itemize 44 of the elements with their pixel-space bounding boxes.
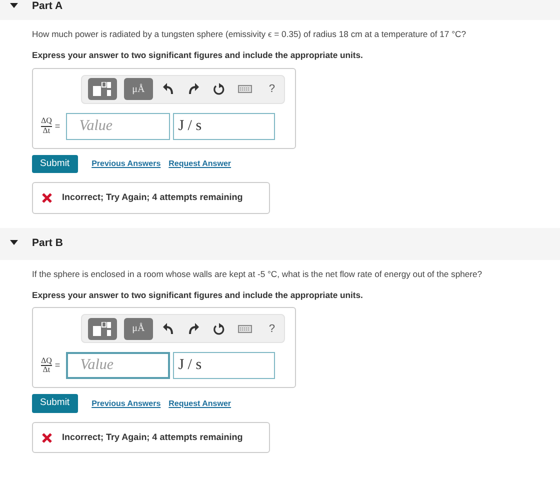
instruction-text: Express your answer to two significant figures and include the appropriate units. (32, 288, 364, 302)
units-field[interactable]: J / s (173, 112, 276, 140)
submit-button[interactable]: Submit (32, 154, 78, 174)
answer-link[interactable]: Previous Answers (92, 158, 161, 170)
help-button[interactable]: ? (266, 81, 278, 98)
help-button[interactable]: ? (266, 320, 278, 338)
answer-link[interactable]: Previous Answers (92, 398, 161, 410)
part-title: Part A (32, 0, 63, 14)
answer-link[interactable]: Request Answer (168, 158, 232, 170)
feedback-text: Incorrect; Try Again; 4 attempts remaining (62, 430, 243, 444)
part-title: Part B (32, 236, 63, 251)
part-header[interactable]: Part B (0, 228, 560, 260)
keyboard-icon[interactable] (238, 83, 252, 96)
reset-icon[interactable] (212, 322, 225, 335)
undo-icon[interactable] (162, 322, 175, 335)
redo-icon[interactable] (188, 83, 200, 96)
submit-button[interactable]: Submit (32, 394, 78, 413)
value-field[interactable]: Value (66, 112, 170, 140)
templates-button[interactable] (88, 78, 117, 100)
units-field[interactable]: J / s (173, 352, 276, 380)
template-icon (93, 82, 112, 96)
units-button[interactable]: μÅ (124, 78, 153, 100)
cross-icon (42, 192, 52, 203)
value-field[interactable]: Value (66, 352, 170, 380)
reset-icon[interactable] (212, 83, 225, 96)
fraction-numerator: ΔQ (41, 116, 52, 127)
question-text: If the sphere is enclosed in a room whose walls are kept at -5 °C, what is the net flow rate of energy out of the sphere? (32, 268, 484, 281)
undo-icon[interactable] (162, 83, 175, 96)
equals-sign: = (54, 120, 60, 133)
fraction-numerator: ΔQ (41, 356, 52, 366)
redo-icon[interactable] (188, 322, 200, 335)
equals-sign: = (54, 359, 60, 372)
question-text: How much power is radiated by a tungsten sphere (emissivity ϵ = 0.35) of radius 18 cm at a temperature of 17 °C? (32, 28, 468, 41)
template-icon (93, 322, 112, 336)
part-header[interactable]: Part A (0, 0, 560, 20)
keyboard-icon[interactable] (238, 322, 252, 335)
cross-icon (42, 432, 52, 442)
templates-button[interactable] (88, 318, 117, 340)
units-button[interactable]: μÅ (124, 318, 153, 340)
fraction-denominator: Δt (42, 126, 50, 136)
answer-link[interactable]: Request Answer (168, 398, 232, 410)
fraction-denominator: Δt (42, 366, 50, 376)
feedback-text: Incorrect; Try Again; 4 attempts remaining (62, 191, 243, 204)
instruction-text: Express your answer to two significant figures and include the appropriate units. (32, 48, 364, 62)
